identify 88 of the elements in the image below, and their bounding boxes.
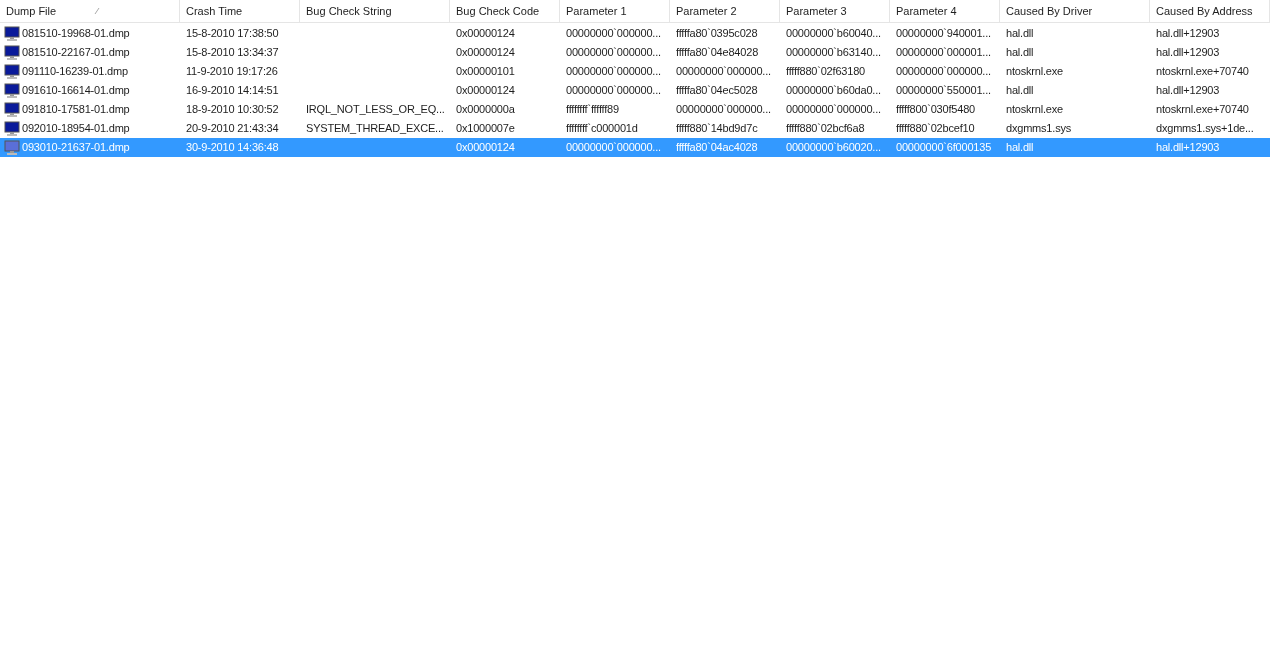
table-cell-text: 00000000`000000... xyxy=(566,45,661,61)
table-cell-text: 00000000`000000... xyxy=(566,83,661,99)
table-cell-text: 00000000`000000... xyxy=(786,102,881,118)
table-row[interactable]: 081510-22167-01.dmp 15-8-2010 13:34:37 0x00000124 00000000`000000... fffffa80`04e84028 00000000`b63140... 00000000`000001... hal.dll hal.dll+12903 xyxy=(0,43,1270,62)
table-cell-text: ntoskrnl.exe xyxy=(1006,102,1063,118)
monitor-icon xyxy=(4,64,20,79)
table-cell-text: fffffa80`0395c028 xyxy=(676,26,758,42)
table-cell-text: dxgmms1.sys+1de... xyxy=(1156,121,1254,137)
table-cell-text: fffffa80`04ec5028 xyxy=(676,83,758,99)
table-cell-text: ntoskrnl.exe+70740 xyxy=(1156,64,1249,80)
table-cell-text: fffff800`030f5480 xyxy=(896,102,975,118)
table-cell-text: 00000000`b60da0... xyxy=(786,83,881,99)
monitor-icon xyxy=(4,102,20,117)
table-cell-text: 00000000`b60020... xyxy=(786,140,881,156)
table-cell-text: hal.dll xyxy=(1006,45,1034,61)
table-cell-text: hal.dll xyxy=(1006,140,1034,156)
table-cell-text: 00000000`550001... xyxy=(896,83,991,99)
monitor-icon xyxy=(4,45,20,60)
table-cell-text: hal.dll+12903 xyxy=(1156,45,1220,61)
table-cell-text: 15-8-2010 17:38:50 xyxy=(186,26,279,42)
table-cell-text: 0x00000124 xyxy=(456,45,515,61)
table-cell-text: 0x00000124 xyxy=(456,140,515,156)
table-cell-text: ffffffff`c000001d xyxy=(566,121,638,137)
table-cell-text: fffffa80`04ac4028 xyxy=(676,140,758,156)
column-header[interactable]: Caused By Driver xyxy=(1000,0,1150,22)
table-cell-text: ntoskrnl.exe xyxy=(1006,64,1063,80)
table-cell-text: fffff880`02f63180 xyxy=(786,64,865,80)
column-header[interactable]: Parameter 1 xyxy=(560,0,670,22)
table-row[interactable]: 091610-16614-01.dmp 16-9-2010 14:14:51 0x00000124 00000000`000000... fffffa80`04ec5028 00000000`b60da0... 00000000`550001... hal.dll hal.dll+12903 xyxy=(0,81,1270,100)
table-cell-text: 0x1000007e xyxy=(456,121,515,137)
table-cell-text: 00000000`940001... xyxy=(896,26,991,42)
monitor-icon xyxy=(4,140,20,155)
table-cell-text: 15-8-2010 13:34:37 xyxy=(186,45,279,61)
table-cell-text: 00000000`000001... xyxy=(896,45,991,61)
table-cell-text: 081510-19968-01.dmp xyxy=(22,26,130,42)
monitor-icon xyxy=(4,83,20,98)
table-cell-text: 0x0000000a xyxy=(456,102,515,118)
table-cell-text: 00000000`000000... xyxy=(566,64,661,80)
table-cell-text: 00000000`6f000135 xyxy=(896,140,992,156)
table-cell-text: 16-9-2010 14:14:51 xyxy=(186,83,279,99)
table-cell-text: 092010-18954-01.dmp xyxy=(22,121,130,137)
table-cell-text: 00000000`000000... xyxy=(566,26,661,42)
column-header[interactable]: Dump File xyxy=(0,0,180,22)
column-header[interactable]: Crash Time xyxy=(180,0,300,22)
table-cell-text: 093010-21637-01.dmp xyxy=(22,140,130,156)
monitor-icon xyxy=(4,121,20,136)
table-cell-text: 00000000`b60040... xyxy=(786,26,881,42)
table-cell-text: 00000000`000000... xyxy=(566,140,661,156)
table-cell-text: hal.dll+12903 xyxy=(1156,26,1220,42)
table-cell-text: 11-9-2010 19:17:26 xyxy=(186,64,278,80)
table-cell-text: 18-9-2010 10:30:52 xyxy=(186,102,279,118)
table-cell-text: 30-9-2010 14:36:48 xyxy=(186,140,279,156)
table-cell-text: 0x00000101 xyxy=(456,64,515,80)
column-header[interactable]: Caused By Address xyxy=(1150,0,1270,22)
table-cell-text: 091110-16239-01.dmp xyxy=(22,64,128,80)
column-header[interactable]: Parameter 3 xyxy=(780,0,890,22)
table-cell-text: 00000000`b63140... xyxy=(786,45,881,61)
table-cell-text: 20-9-2010 21:43:34 xyxy=(186,121,279,137)
table-cell-text: 081510-22167-01.dmp xyxy=(22,45,130,61)
table-cell-text: 0x00000124 xyxy=(456,26,515,42)
table-cell-text: hal.dll xyxy=(1006,83,1034,99)
column-header[interactable]: Bug Check Code xyxy=(450,0,560,22)
table-row[interactable]: 092010-18954-01.dmp 20-9-2010 21:43:34 SYSTEM_THREAD_EXCE... 0x1000007e ffffffff`c000001d fffff880`14bd9d7c fffff880`02bcf6a8 fffff880`02bcef10 dxgmms1.sys dxgmms1.sys+1de... xyxy=(0,119,1270,138)
table-cell-text: fffffa80`04e84028 xyxy=(676,45,759,61)
table-cell-text: 091610-16614-01.dmp xyxy=(22,83,130,99)
table-cell-text: fffff880`02bcf6a8 xyxy=(786,121,865,137)
table-row[interactable]: 091110-16239-01.dmp 11-9-2010 19:17:26 0x00000101 00000000`000000... 00000000`000000... fffff880`02f63180 00000000`000000... ntoskrnl.exe ntoskrnl.exe+70740 xyxy=(0,62,1270,81)
table-cell-text: hal.dll+12903 xyxy=(1156,140,1220,156)
table-cell-text: 0x00000124 xyxy=(456,83,515,99)
table-cell-text: fffff880`02bcef10 xyxy=(896,121,975,137)
table-cell-text: SYSTEM_THREAD_EXCE... xyxy=(306,121,444,137)
column-header[interactable]: Parameter 2 xyxy=(670,0,780,22)
table-cell-text: dxgmms1.sys xyxy=(1006,121,1072,137)
table-cell-text: IRQL_NOT_LESS_OR_EQ... xyxy=(306,102,445,118)
table-cell-text: hal.dll+12903 xyxy=(1156,83,1220,99)
table-cell-text: ffffffff`ffffff89 xyxy=(566,102,619,118)
column-header[interactable]: Bug Check String xyxy=(300,0,450,22)
table-cell-text: fffff880`14bd9d7c xyxy=(676,121,758,137)
monitor-icon xyxy=(4,26,20,41)
table-cell-text: ntoskrnl.exe+70740 xyxy=(1156,102,1249,118)
table-cell-text: 00000000`000000... xyxy=(676,102,771,118)
table-row[interactable]: 081510-19968-01.dmp 15-8-2010 17:38:50 0x00000124 00000000`000000... fffffa80`0395c028 00000000`b60040... 00000000`940001... hal.dll hal.dll+12903 xyxy=(0,24,1270,43)
table-cell-text: hal.dll xyxy=(1006,26,1034,42)
column-header[interactable]: Parameter 4 xyxy=(890,0,1000,22)
table-cell-text: 00000000`000000... xyxy=(896,64,991,80)
table-row[interactable]: 091810-17581-01.dmp 18-9-2010 10:30:52 IRQL_NOT_LESS_OR_EQ... 0x0000000a ffffffff`ffffff89 00000000`000000... 00000000`000000... fffff800`030f5480 ntoskrnl.exe ntoskrnl.exe+70740 xyxy=(0,100,1270,119)
table-cell-text: 00000000`000000... xyxy=(676,64,771,80)
table-cell-text: 091810-17581-01.dmp xyxy=(22,102,130,118)
